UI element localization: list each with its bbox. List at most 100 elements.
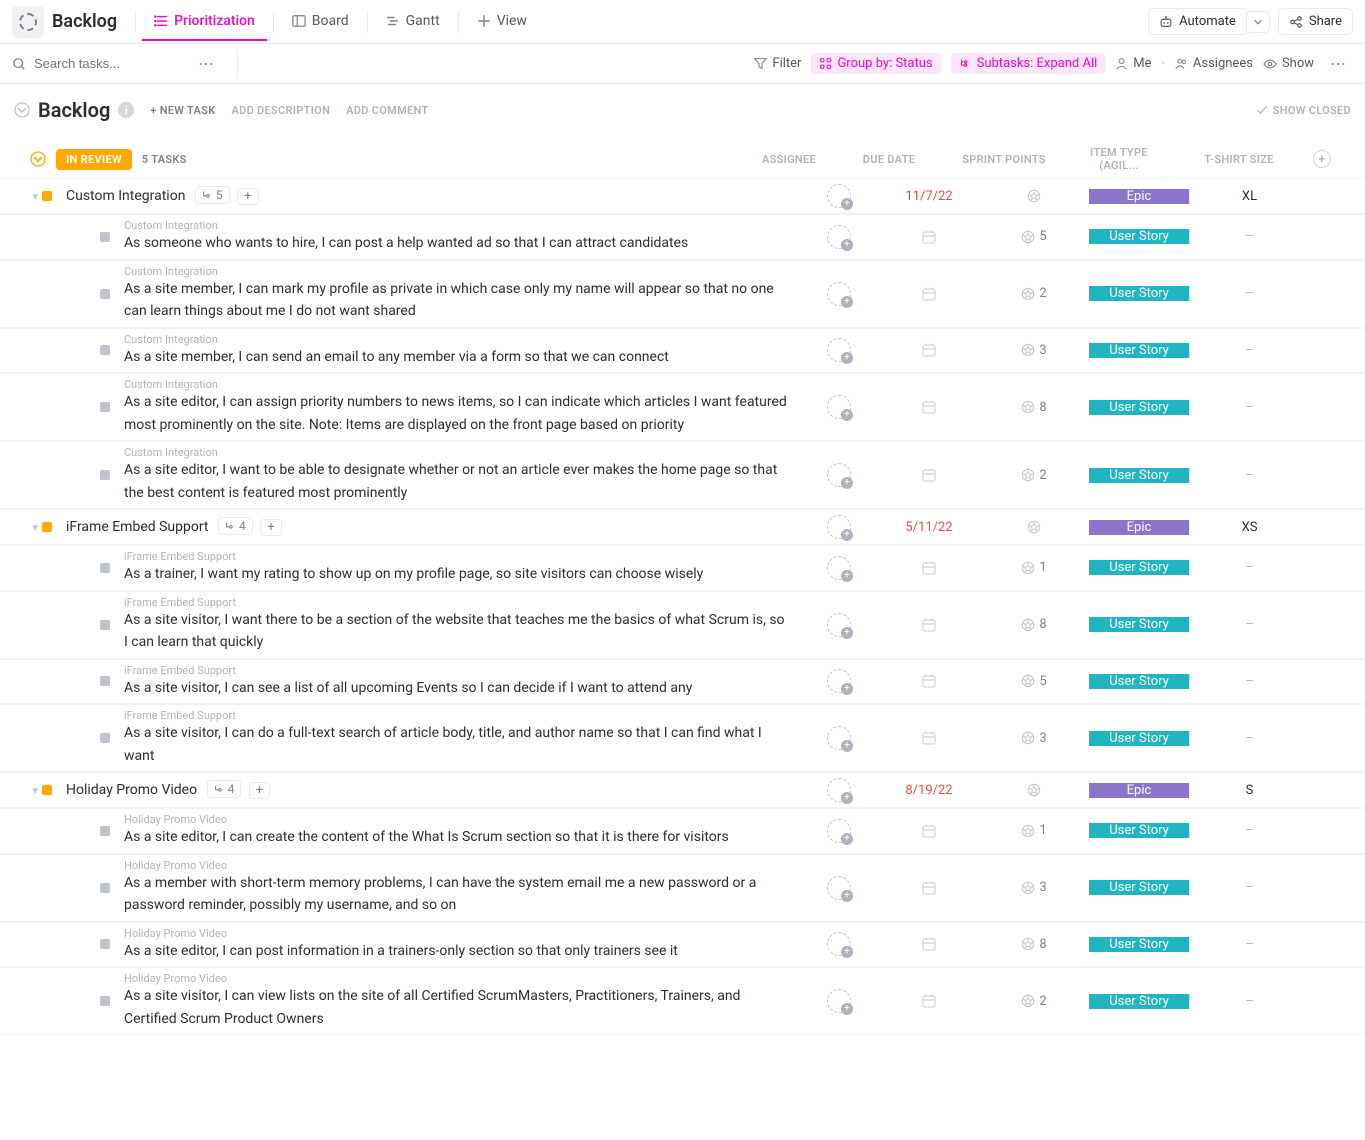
cell-itemtype[interactable]: Epic <box>1089 514 1189 540</box>
cell-sprint[interactable]: 8 <box>979 617 1089 632</box>
cell-sprint[interactable]: 2 <box>979 468 1089 483</box>
cell-itemtype[interactable]: User Story <box>1089 378 1189 436</box>
filter-button[interactable]: Filter <box>754 56 801 71</box>
cell-sprint[interactable]: 3 <box>979 731 1089 746</box>
status-square-icon[interactable] <box>100 345 110 355</box>
status-square-icon[interactable] <box>100 883 110 893</box>
add-description-button[interactable]: ADD DESCRIPTION <box>231 104 330 117</box>
add-subtask-button[interactable]: + <box>260 519 281 536</box>
cell-assignee[interactable] <box>799 613 879 637</box>
cell-due[interactable] <box>879 730 979 746</box>
cell-itemtype[interactable]: User Story <box>1089 219 1189 255</box>
task-row-epic[interactable]: ▾ Holiday Promo Video 4 + 8/19/22 Epic S <box>0 772 1365 808</box>
subtask-count-pill[interactable]: 4 <box>207 780 242 798</box>
status-square-icon[interactable] <box>100 232 110 242</box>
cell-itemtype[interactable]: User Story <box>1089 972 1189 1030</box>
view-tab-prioritization[interactable]: Prioritization <box>142 2 267 41</box>
cell-due[interactable] <box>879 560 979 576</box>
cell-tshirt[interactable]: – <box>1189 560 1309 575</box>
cell-due[interactable] <box>879 880 979 896</box>
cell-sprint[interactable]: 2 <box>979 994 1089 1009</box>
task-row-story[interactable]: Custom Integration As a site member, I c… <box>0 260 1365 328</box>
cell-assignee[interactable] <box>799 778 879 802</box>
cell-due[interactable] <box>879 617 979 633</box>
cell-tshirt[interactable]: – <box>1189 823 1309 838</box>
cell-sprint[interactable]: 8 <box>979 400 1089 415</box>
task-row-story[interactable]: Custom Integration As a site editor, I w… <box>0 441 1365 509</box>
task-row-story[interactable]: Holiday Promo Video As a site editor, I … <box>0 808 1365 854</box>
cell-sprint[interactable]: 8 <box>979 937 1089 952</box>
more-filter-options[interactable]: ⋯ <box>1324 54 1353 73</box>
cell-assignee[interactable] <box>799 225 879 249</box>
cell-tshirt[interactable]: – <box>1189 229 1309 244</box>
cell-due[interactable] <box>879 342 979 358</box>
cell-due[interactable] <box>879 467 979 483</box>
cell-itemtype[interactable]: User Story <box>1089 550 1189 586</box>
cell-itemtype[interactable]: User Story <box>1089 596 1189 654</box>
cell-itemtype[interactable]: User Story <box>1089 333 1189 369</box>
task-row-story[interactable]: iFrame Embed Support As a trainer, I wan… <box>0 545 1365 591</box>
task-row-story[interactable]: Custom Integration As someone who wants … <box>0 214 1365 260</box>
add-subtask-button[interactable]: + <box>237 188 258 205</box>
cell-itemtype[interactable]: User Story <box>1089 446 1189 504</box>
cell-assignee[interactable] <box>799 669 879 693</box>
cell-assignee[interactable] <box>799 515 879 539</box>
add-subtask-button[interactable]: + <box>249 782 270 799</box>
more-search-options[interactable]: ⋯ <box>192 54 221 73</box>
cell-tshirt[interactable]: S <box>1189 783 1309 798</box>
cell-tshirt[interactable]: – <box>1189 731 1309 746</box>
cell-itemtype[interactable]: User Story <box>1089 709 1189 767</box>
automate-dropdown[interactable] <box>1246 11 1270 33</box>
task-row-story[interactable]: Custom Integration As a site member, I c… <box>0 328 1365 374</box>
cell-itemtype[interactable]: Epic <box>1089 183 1189 209</box>
cell-due[interactable] <box>879 673 979 689</box>
collapse-list-icon[interactable] <box>14 102 30 118</box>
add-column[interactable]: + <box>1309 150 1335 168</box>
cell-tshirt[interactable]: – <box>1189 880 1309 895</box>
cell-sprint[interactable]: 5 <box>979 674 1089 689</box>
cell-itemtype[interactable]: User Story <box>1089 859 1189 917</box>
cell-due[interactable] <box>879 229 979 245</box>
task-row-story[interactable]: Holiday Promo Video As a site visitor, I… <box>0 967 1365 1035</box>
status-pill[interactable]: IN REVIEW <box>56 149 132 170</box>
subtask-count-pill[interactable]: 4 <box>218 517 253 535</box>
cell-due[interactable] <box>879 936 979 952</box>
cell-tshirt[interactable]: – <box>1189 286 1309 301</box>
cell-due[interactable] <box>879 399 979 415</box>
status-square-icon[interactable] <box>100 402 110 412</box>
cell-sprint[interactable]: 1 <box>979 560 1089 575</box>
cell-tshirt[interactable]: XS <box>1189 520 1309 535</box>
view-tab-gantt[interactable]: Gantt <box>374 2 452 41</box>
cell-sprint[interactable] <box>979 783 1089 797</box>
show-closed-toggle[interactable]: SHOW CLOSED <box>1256 104 1351 117</box>
column-header-tshirt[interactable]: T-SHIRT SIZE <box>1179 153 1299 166</box>
task-row-story[interactable]: iFrame Embed Support As a site visitor, … <box>0 591 1365 659</box>
task-row-story[interactable]: Custom Integration As a site editor, I c… <box>0 373 1365 441</box>
cell-assignee[interactable] <box>799 556 879 580</box>
cell-assignee[interactable] <box>799 819 879 843</box>
cell-sprint[interactable] <box>979 189 1089 203</box>
expand-epic-icon[interactable]: ▾ <box>32 190 38 203</box>
cell-due[interactable]: 11/7/22 <box>879 189 979 204</box>
cell-sprint[interactable]: 1 <box>979 823 1089 838</box>
cell-assignee[interactable] <box>799 338 879 362</box>
status-square-icon[interactable] <box>100 620 110 630</box>
groupby-pill[interactable]: Group by: Status <box>811 53 940 74</box>
cell-tshirt[interactable]: – <box>1189 343 1309 358</box>
cell-tshirt[interactable]: – <box>1189 937 1309 952</box>
task-row-epic[interactable]: ▾ Custom Integration 5 + 11/7/22 Epic XL <box>0 178 1365 214</box>
cell-itemtype[interactable]: User Story <box>1089 813 1189 849</box>
add-comment-button[interactable]: ADD COMMENT <box>346 104 428 117</box>
column-header-assignee[interactable]: ASSIGNEE <box>749 153 829 166</box>
cell-due[interactable] <box>879 823 979 839</box>
task-row-story[interactable]: Holiday Promo Video As a site editor, I … <box>0 922 1365 968</box>
cell-itemtype[interactable]: User Story <box>1089 664 1189 700</box>
cell-tshirt[interactable]: – <box>1189 468 1309 483</box>
cell-itemtype[interactable]: User Story <box>1089 265 1189 323</box>
status-square-icon[interactable] <box>100 563 110 573</box>
cell-assignee[interactable] <box>799 282 879 306</box>
collapse-group-icon[interactable] <box>30 151 46 167</box>
cell-due[interactable]: 5/11/22 <box>879 520 979 535</box>
info-icon[interactable]: i <box>118 102 134 118</box>
cell-tshirt[interactable]: – <box>1189 617 1309 632</box>
